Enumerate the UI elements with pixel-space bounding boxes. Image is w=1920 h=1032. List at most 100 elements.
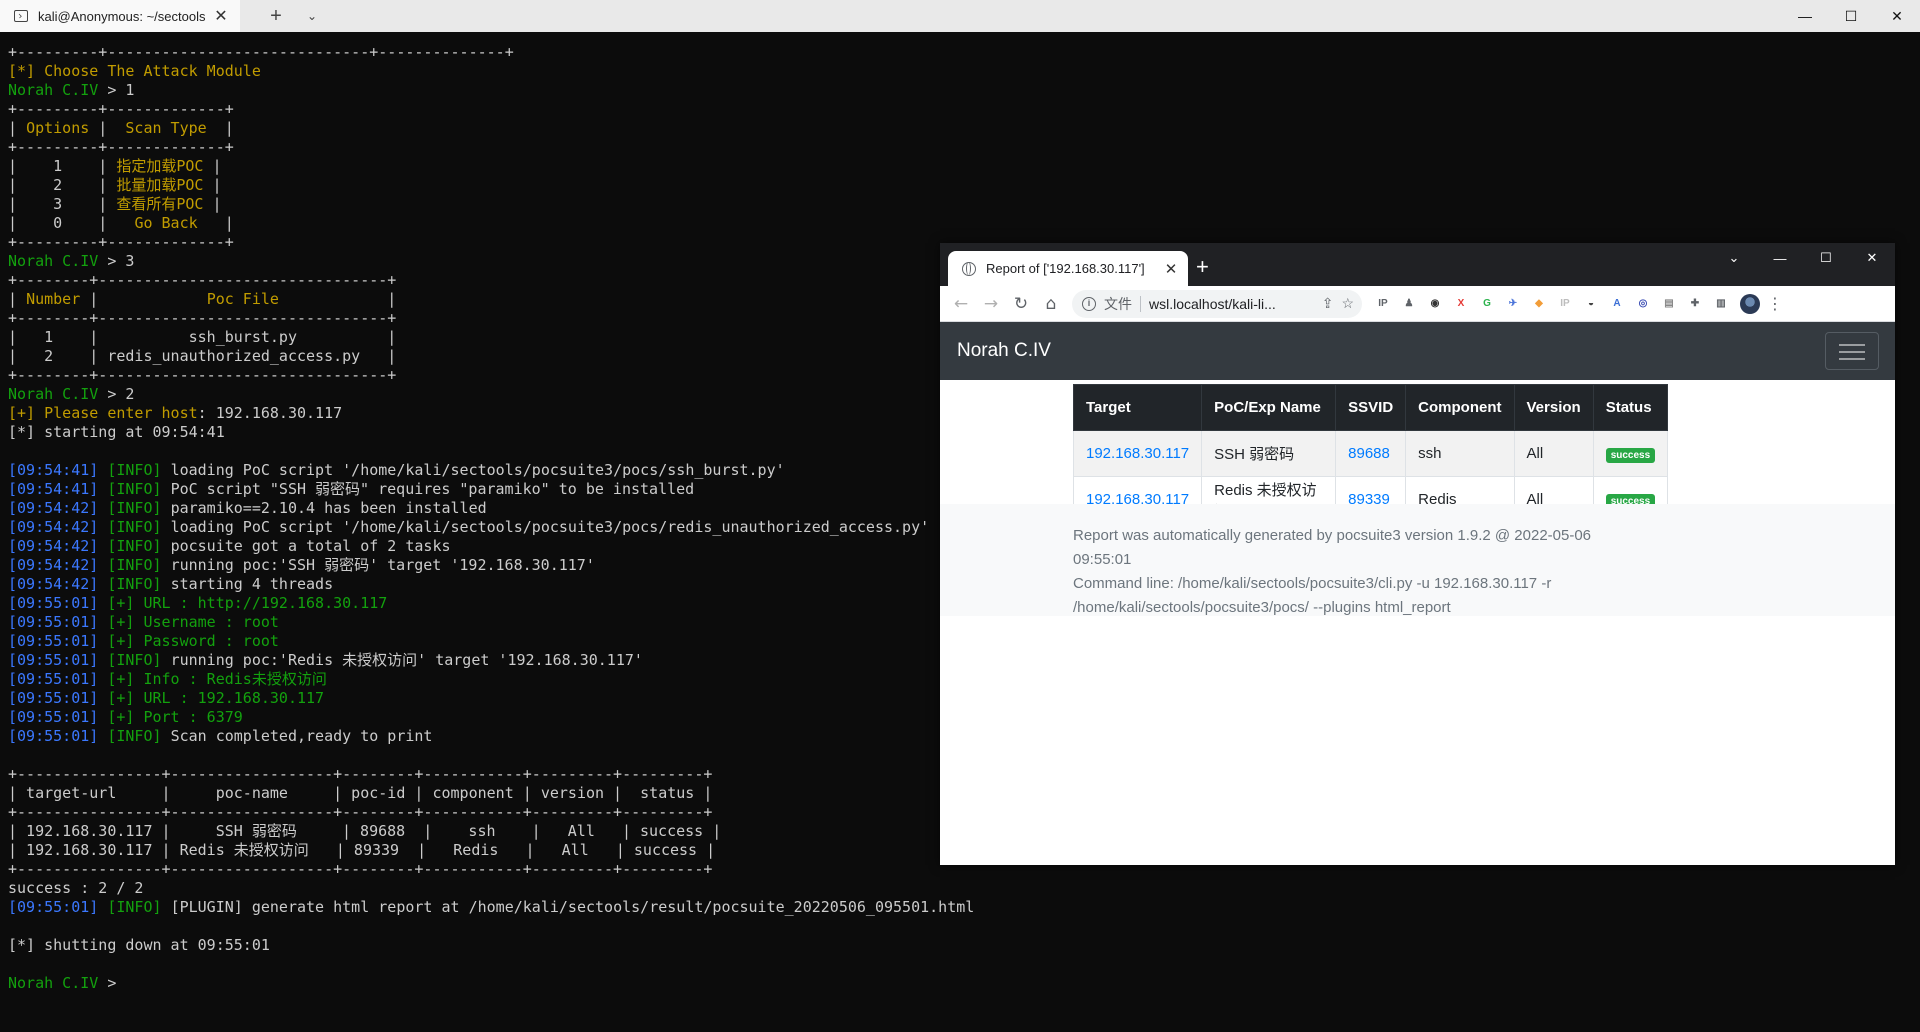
x-extension-icon[interactable]: X [1453, 296, 1469, 312]
maximize-button[interactable]: ☐ [1828, 0, 1874, 32]
report-footer: Report was automatically generated by po… [940, 504, 1895, 616]
terminal-text-segment: Options [26, 119, 90, 137]
terminal-line: [*] Choose The Attack Module [8, 62, 1908, 81]
menu-icon[interactable]: ⋮ [1766, 294, 1784, 313]
ip-grey-extension-icon[interactable]: IP [1557, 296, 1573, 312]
forward-button[interactable]: → [976, 294, 1006, 314]
shield-extension-icon[interactable]: ◆ [1531, 296, 1547, 312]
minimize-button[interactable]: — [1782, 0, 1828, 32]
close-tab-icon[interactable]: ✕ [212, 6, 230, 26]
report-page: Norah C.IV Target PoC/Exp Name SSVID Com… [940, 322, 1895, 865]
terminal-text-segment: Scan completed,ready to print [170, 727, 433, 745]
terminal-text-segment: 指定加载POC [116, 157, 204, 175]
tab-dropdown-icon[interactable]: ⌄ [294, 9, 330, 23]
terminal-text-segment: Norah C.IV [8, 252, 99, 270]
col-header-ssvid: SSVID [1335, 384, 1407, 431]
back-button[interactable]: ← [946, 294, 976, 314]
browser-tab-title: Report of ['192.168.30.117'] [986, 261, 1145, 276]
browser-tab[interactable]: Report of ['192.168.30.117'] ✕ [948, 251, 1188, 286]
terminal-line: | 0 | Go Back | [8, 214, 1908, 233]
circle-extension-icon[interactable]: ◎ [1635, 296, 1651, 312]
col-header-version: Version [1513, 384, 1594, 431]
puzzle-user-icon[interactable]: ♟ [1401, 296, 1417, 312]
ssvid-link[interactable]: 89688 [1348, 445, 1390, 462]
terminal-text-segment: [09:55:01] [8, 727, 99, 745]
terminal-text-segment: [+] URL : 192.168.30.117 [98, 689, 325, 707]
profile-avatar[interactable] [1740, 293, 1760, 314]
terminal-text-segment: | 192.168.30.117 | SSH 弱密码 | 89688 | ssh… [8, 822, 722, 840]
navbar-toggler-button[interactable] [1825, 332, 1879, 370]
glasses-icon[interactable]: ◉ [1427, 296, 1443, 312]
terminal-text-segment: [INFO] [98, 556, 171, 574]
hat-extension-icon[interactable]: ◒ [1583, 296, 1599, 312]
terminal-text-segment: running poc:'SSH 弱密码' target '192.168.30… [170, 556, 595, 574]
close-button[interactable]: ✕ [1874, 0, 1920, 32]
status-badge: success [1605, 447, 1656, 463]
terminal-line: | 1 | 指定加载POC | [8, 157, 1908, 176]
terminal-text-segment: [09:55:01] [8, 632, 99, 650]
card-extension-icon[interactable]: ▤ [1661, 296, 1677, 312]
browser-toolbar: ← → ↻ ⌂ i 文件 wsl.localhost/kali-li... ⇪ … [940, 286, 1895, 322]
terminal-text-segment: | [203, 176, 222, 194]
address-bar[interactable]: i 文件 wsl.localhost/kali-li... ⇪ ☆ [1072, 289, 1362, 318]
close-tab-icon[interactable]: ✕ [1162, 260, 1180, 278]
cell-poc-name: SSH 弱密码 [1201, 430, 1337, 477]
target-link[interactable]: 192.168.30.117 [1086, 445, 1189, 462]
bookmark-star-icon[interactable]: ☆ [1341, 295, 1354, 312]
terminal-text-segment: > [98, 974, 117, 992]
ip-extension-icon[interactable]: IP [1375, 296, 1391, 312]
new-tab-button[interactable]: + [1196, 254, 1209, 280]
terminal-text-segment: [09:55:01] [8, 670, 99, 688]
terminal-tab[interactable]: kali@Anonymous: ~/sectools ✕ [0, 0, 240, 32]
translate-extension-icon[interactable]: A [1609, 296, 1625, 312]
col-header-status: Status [1592, 384, 1669, 431]
terminal-line: +---------+-------------+ [8, 138, 1908, 157]
terminal-line: [*] shutting down at 09:55:01 [8, 936, 1908, 955]
terminal-text-segment: | 1 | ssh_burst.py | [8, 328, 397, 346]
terminal-text-segment: [INFO] [98, 499, 171, 517]
tab-search-icon[interactable]: ⌄ [1711, 243, 1757, 273]
home-button[interactable]: ⌂ [1036, 294, 1066, 314]
terminal-text-segment: paramiko==2.10.4 has been installed [170, 499, 487, 517]
site-info-icon[interactable]: i [1082, 296, 1096, 311]
terminal-text-segment: > 1 [98, 81, 135, 99]
brand-title[interactable]: Norah C.IV [957, 340, 1051, 362]
terminal-text-segment: | [197, 214, 234, 232]
terminal-text-segment: 批量加载POC [116, 176, 204, 194]
puzzle-icon[interactable]: ✚ [1687, 296, 1703, 312]
divider [1140, 295, 1141, 312]
terminal-text-segment: [09:55:01] [8, 613, 99, 631]
terminal-text-segment: +---------+-------------+ [8, 100, 234, 118]
new-tab-button[interactable]: + [258, 5, 294, 28]
terminal-text-segment: Poc File [206, 290, 279, 308]
terminal-text-segment: [09:54:42] [8, 537, 99, 555]
terminal-text-segment: | [203, 195, 222, 213]
terminal-line: Norah C.IV > [8, 974, 1908, 993]
share-icon[interactable]: ⇪ [1322, 295, 1334, 312]
bird-extension-icon[interactable]: ✈ [1505, 296, 1521, 312]
terminal-text-segment: [INFO] [98, 898, 171, 916]
minimize-button[interactable]: — [1757, 243, 1803, 273]
terminal-text-segment: | [89, 119, 126, 137]
maximize-button[interactable]: ☐ [1803, 243, 1849, 273]
terminal-text-segment: [INFO] [98, 651, 171, 669]
browser-window: Report of ['192.168.30.117'] ✕ + ⌄ — ☐ ✕… [940, 243, 1895, 865]
footer-command-line: Command line: /home/kali/sectools/pocsui… [1073, 575, 1552, 616]
terminal-text-segment: +--------+------------------------------… [8, 309, 397, 327]
terminal-text-segment: | 0 | [8, 214, 135, 232]
file-label: 文件 [1104, 295, 1132, 312]
terminal-text-segment: [09:55:01] [8, 708, 99, 726]
terminal-text-segment: [09:55:01] [8, 651, 99, 669]
globe-icon [962, 261, 976, 276]
terminal-text-segment: [INFO] [98, 480, 171, 498]
close-button[interactable]: ✕ [1849, 243, 1895, 273]
terminal-text-segment: | [8, 290, 27, 308]
table-row: 192.168.30.117 SSH 弱密码 89688 ssh All suc… [1072, 430, 1669, 477]
url-text[interactable]: wsl.localhost/kali-li... [1149, 296, 1314, 312]
reload-button[interactable]: ↻ [1006, 294, 1036, 314]
sidebar-icon[interactable]: ▥ [1713, 296, 1729, 312]
terminal-text-segment: | 2 | [8, 176, 117, 194]
green-extension-icon[interactable]: G [1479, 296, 1495, 312]
terminal-text-segment: [INFO] [98, 461, 171, 479]
